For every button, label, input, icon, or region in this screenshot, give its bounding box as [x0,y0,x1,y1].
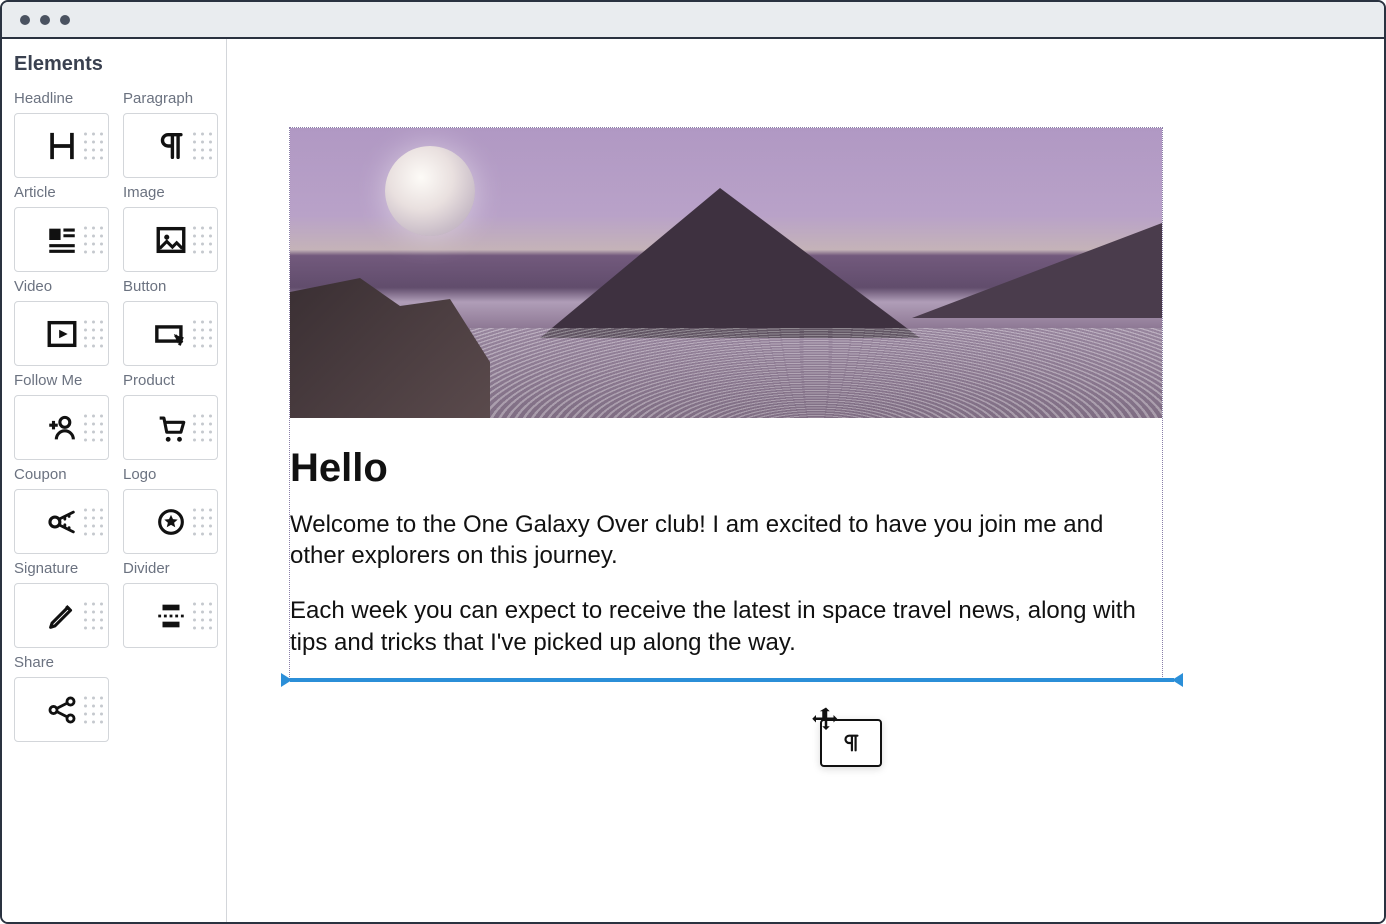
drag-grip-icon [84,508,103,535]
element-label-coupon: Coupon [14,466,109,483]
element-tile-share[interactable] [14,677,109,742]
paragraph-icon [154,129,188,163]
element-label-share: Share [14,654,109,671]
hero-image[interactable] [290,128,1162,418]
element-label-paragraph: Paragraph [123,90,218,107]
element-label-article: Article [14,184,109,201]
drag-grip-icon [84,414,103,441]
drag-grip-icon [84,226,103,253]
move-cursor-icon [811,705,841,735]
element-tile-button[interactable] [123,301,218,366]
divider-icon [154,599,188,633]
element-tile-coupon[interactable] [14,489,109,554]
element-label-product: Product [123,372,218,389]
signature-icon [45,599,79,633]
window-close-dot[interactable] [20,15,30,25]
mountain-graphic [540,188,920,338]
element-label-logo: Logo [123,466,218,483]
element-label-image: Image [123,184,218,201]
email-paragraph[interactable]: Welcome to the One Galaxy Over club! I a… [290,509,1162,571]
element-label-follow-me: Follow Me [14,372,109,389]
element-tile-video[interactable] [14,301,109,366]
window-titlebar [2,2,1384,39]
drag-grip-icon [193,132,212,159]
paragraph-icon [840,732,862,754]
window-zoom-dot[interactable] [60,15,70,25]
drag-grip-icon [193,602,212,629]
drag-grip-icon [84,320,103,347]
drag-grip-icon [193,508,212,535]
element-label-video: Video [14,278,109,295]
drop-arrow-right-icon [1172,673,1183,687]
element-label-signature: Signature [14,560,109,577]
editor-canvas[interactable]: Hello Welcome to the One Galaxy Over clu… [227,39,1384,922]
mountain-graphic [912,223,1162,318]
element-label-button: Button [123,278,218,295]
drop-line [290,678,1174,682]
email-paragraph[interactable]: Each week you can expect to receive the … [290,595,1162,657]
drag-grip-icon [193,320,212,347]
panel-title: Elements [14,53,214,76]
element-tile-divider[interactable] [123,583,218,648]
drag-grip-icon [84,696,103,723]
coupon-icon [45,505,79,539]
elements-sidebar: Elements Headline Paragraph [2,39,227,922]
window-minimize-dot[interactable] [40,15,50,25]
email-content-block[interactable]: Hello Welcome to the One Galaxy Over clu… [289,127,1163,679]
product-icon [154,411,188,445]
element-tile-headline[interactable] [14,113,109,178]
element-tile-product[interactable] [123,395,218,460]
follow-me-icon [45,411,79,445]
element-tile-article[interactable] [14,207,109,272]
element-tile-signature[interactable] [14,583,109,648]
rock-graphic [290,278,490,418]
button-icon [154,317,188,351]
drag-grip-icon [84,132,103,159]
element-label-headline: Headline [14,90,109,107]
app-window: Elements Headline Paragraph [0,0,1386,924]
email-headline[interactable]: Hello [290,446,1162,491]
headline-icon [45,129,79,163]
planet-graphic [385,146,475,236]
drag-grip-icon [193,414,212,441]
element-tile-follow-me[interactable] [14,395,109,460]
element-tile-logo[interactable] [123,489,218,554]
logo-icon [154,505,188,539]
water-graphic [470,328,1162,418]
element-label-divider: Divider [123,560,218,577]
article-icon [45,223,79,257]
video-icon [45,317,79,351]
element-tile-paragraph[interactable] [123,113,218,178]
drag-grip-icon [84,602,103,629]
image-icon [154,223,188,257]
drag-grip-icon [193,226,212,253]
share-icon [45,693,79,727]
element-tile-image[interactable] [123,207,218,272]
